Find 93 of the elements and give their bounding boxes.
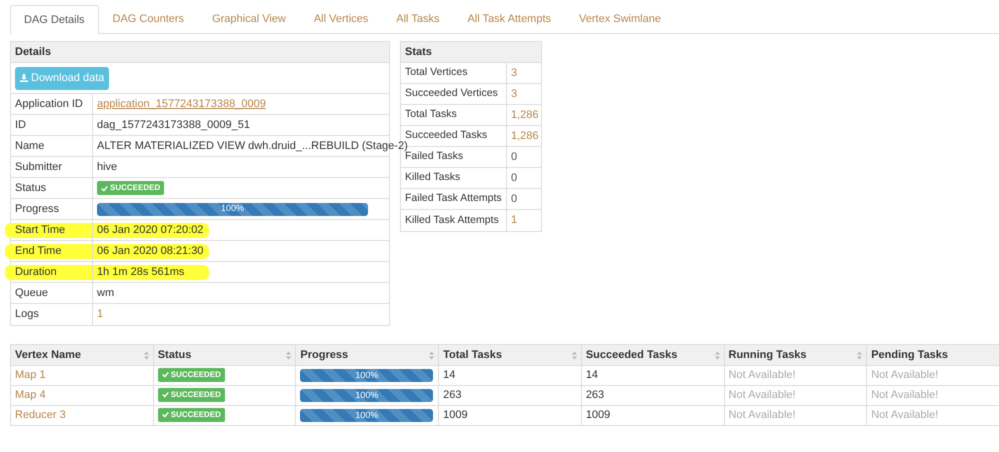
- field-value: 1h 1m 28s 561ms: [97, 264, 184, 280]
- stat-link[interactable]: 1,286: [511, 106, 539, 124]
- stat-label: Succeeded Vertices: [405, 86, 498, 102]
- field-label: Submitter: [15, 160, 62, 175]
- table-cell: Not Available!: [871, 369, 938, 382]
- table-cell: Not Available!: [871, 389, 938, 402]
- stat-label: Total Vertices: [405, 65, 468, 80]
- tab[interactable]: Graphical View: [198, 5, 300, 34]
- field-label: Name: [15, 138, 44, 154]
- sort-icon[interactable]: [714, 350, 720, 360]
- field-label: ID: [15, 118, 26, 133]
- field-value: hive: [97, 160, 118, 175]
- download-button[interactable]: Download data: [15, 66, 110, 90]
- field-label: Start Time: [15, 222, 66, 238]
- field-value: 06 Jan 2020 07:20:02: [97, 222, 204, 238]
- check-icon: [162, 391, 169, 398]
- table-cell: 14: [443, 369, 456, 382]
- count-link[interactable]: 1: [97, 306, 104, 323]
- column-title: Vertex Name: [15, 348, 82, 363]
- column-header[interactable]: Total Tasks: [438, 344, 582, 366]
- stat-link[interactable]: 3: [511, 64, 518, 82]
- tab[interactable]: DAG Counters: [98, 5, 198, 34]
- column-title: Pending Tasks: [871, 348, 948, 363]
- column-header[interactable]: Progress: [296, 344, 439, 366]
- column-title: Running Tasks: [728, 348, 807, 363]
- sort-icon[interactable]: [572, 350, 577, 360]
- status-badge: SUCCEEDED: [158, 408, 225, 422]
- stat-label: Succeeded Tasks: [405, 128, 488, 142]
- sort-icon[interactable]: [429, 350, 434, 360]
- column-title: Status: [158, 348, 192, 363]
- field-value: dag_1577243173388_0009_51: [97, 118, 250, 133]
- stat-value: 0: [511, 192, 518, 207]
- stat-link[interactable]: 1,286: [511, 128, 539, 144]
- field-label: Queue: [15, 286, 48, 301]
- table-cell: 263: [586, 389, 604, 402]
- stat-link[interactable]: 3: [511, 86, 518, 102]
- field-label: Application ID: [15, 96, 83, 112]
- status-badge: SUCCEEDED: [158, 368, 225, 382]
- tab[interactable]: DAG Details: [10, 5, 99, 35]
- stat-value: 0: [511, 150, 518, 165]
- table-cell: 1009: [443, 409, 468, 422]
- field-value: ALTER MATERIALIZED VIEW dwh.druid_...REBUILD (Stage-2): [97, 138, 408, 152]
- sort-icon[interactable]: [286, 350, 292, 360]
- table-cell: Not Available!: [728, 409, 796, 422]
- field-label: Progress: [15, 202, 60, 217]
- field-label: End Time: [15, 244, 62, 259]
- column-header[interactable]: Pending Tasks: [866, 344, 999, 366]
- status-badge: SUCCEEDED: [158, 388, 225, 402]
- check-icon: [162, 371, 169, 378]
- tab[interactable]: All Vertices: [300, 5, 382, 34]
- progress-label: 100%: [354, 409, 380, 422]
- table-cell: 14: [586, 369, 598, 382]
- stat-label: Killed Tasks: [405, 170, 460, 186]
- column-title: Progress: [300, 348, 348, 363]
- vertex-link[interactable]: Map 1: [15, 369, 46, 382]
- table-cell: Not Available!: [728, 389, 796, 402]
- column-title: Total Tasks: [443, 348, 502, 363]
- column-title: Succeeded Tasks: [586, 348, 678, 363]
- vertex-link[interactable]: Map 4: [15, 389, 46, 402]
- table-cell: Not Available!: [871, 409, 938, 422]
- progress-label: 100%: [354, 369, 380, 382]
- check-icon: [101, 184, 108, 192]
- table-cell: 263: [443, 389, 462, 402]
- stat-label: Failed Tasks: [405, 150, 464, 164]
- tab[interactable]: All Tasks: [382, 5, 454, 34]
- check-icon: [162, 411, 169, 418]
- progress-label: 100%: [354, 389, 380, 402]
- stat-link[interactable]: 1: [511, 212, 518, 229]
- field-label: Duration: [15, 264, 57, 280]
- column-header[interactable]: Succeeded Tasks: [581, 344, 724, 366]
- progress-label: 100%: [220, 202, 246, 216]
- sort-icon[interactable]: [857, 350, 862, 360]
- sort-icon[interactable]: [144, 350, 149, 360]
- field-value: wm: [97, 286, 114, 301]
- field-value: 06 Jan 2020 08:21:30: [97, 244, 204, 259]
- column-header[interactable]: Running Tasks: [724, 344, 867, 366]
- panel-header: Stats: [401, 42, 541, 63]
- link[interactable]: application_1577243173388_0009: [97, 96, 266, 112]
- tab[interactable]: Vertex Swimlane: [565, 5, 675, 34]
- field-label: Logs: [15, 307, 39, 322]
- table-cell: Not Available!: [728, 369, 796, 382]
- stat-label: Failed Task Attempts: [405, 191, 502, 206]
- panel-header: Details: [11, 42, 389, 63]
- stat-label: Killed Task Attempts: [405, 212, 499, 228]
- table-cell: 1009: [586, 409, 610, 422]
- field-label: Status: [15, 180, 46, 196]
- status-badge: SUCCEEDED: [97, 181, 164, 195]
- column-header[interactable]: Status: [153, 344, 296, 366]
- download-icon: [20, 74, 28, 82]
- stat-value: 0: [511, 170, 518, 186]
- tab[interactable]: All Task Attempts: [453, 5, 566, 34]
- stat-label: Total Tasks: [405, 107, 457, 122]
- column-header[interactable]: Vertex Name: [10, 344, 154, 366]
